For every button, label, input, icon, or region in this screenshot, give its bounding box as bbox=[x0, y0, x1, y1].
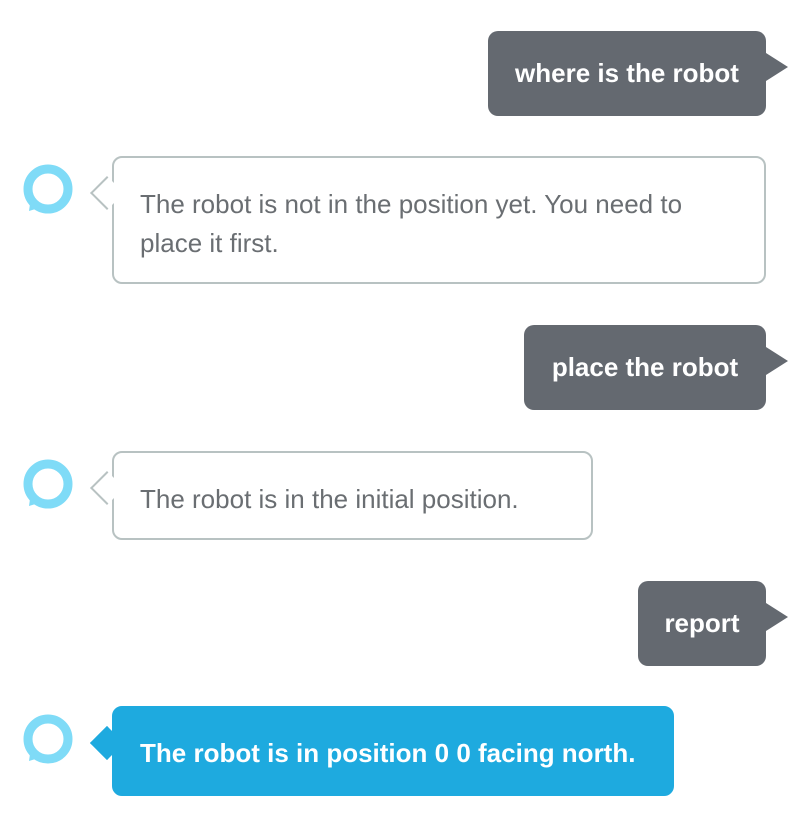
user-message: where is the robot bbox=[488, 31, 788, 116]
bot-message-text: The robot is in position 0 0 facing nort… bbox=[140, 738, 636, 768]
user-message-text: place the robot bbox=[551, 352, 739, 382]
bot-message-text: The robot is in the initial position. bbox=[140, 484, 519, 514]
bot-message-text: The robot is not in the position yet. Yo… bbox=[140, 189, 683, 258]
alexa-ring-icon bbox=[22, 458, 74, 510]
user-message: report bbox=[638, 581, 788, 666]
alexa-ring-icon bbox=[22, 713, 74, 765]
user-message-text: where is the robot bbox=[515, 58, 739, 88]
user-message-text: report bbox=[664, 608, 740, 638]
user-message: place the robot bbox=[524, 325, 788, 410]
bot-message: The robot is not in the position yet. Yo… bbox=[112, 156, 766, 284]
bot-message-active: The robot is in position 0 0 facing nort… bbox=[112, 706, 674, 796]
alexa-ring-icon bbox=[22, 163, 74, 215]
bot-message: The robot is in the initial position. bbox=[112, 451, 593, 540]
